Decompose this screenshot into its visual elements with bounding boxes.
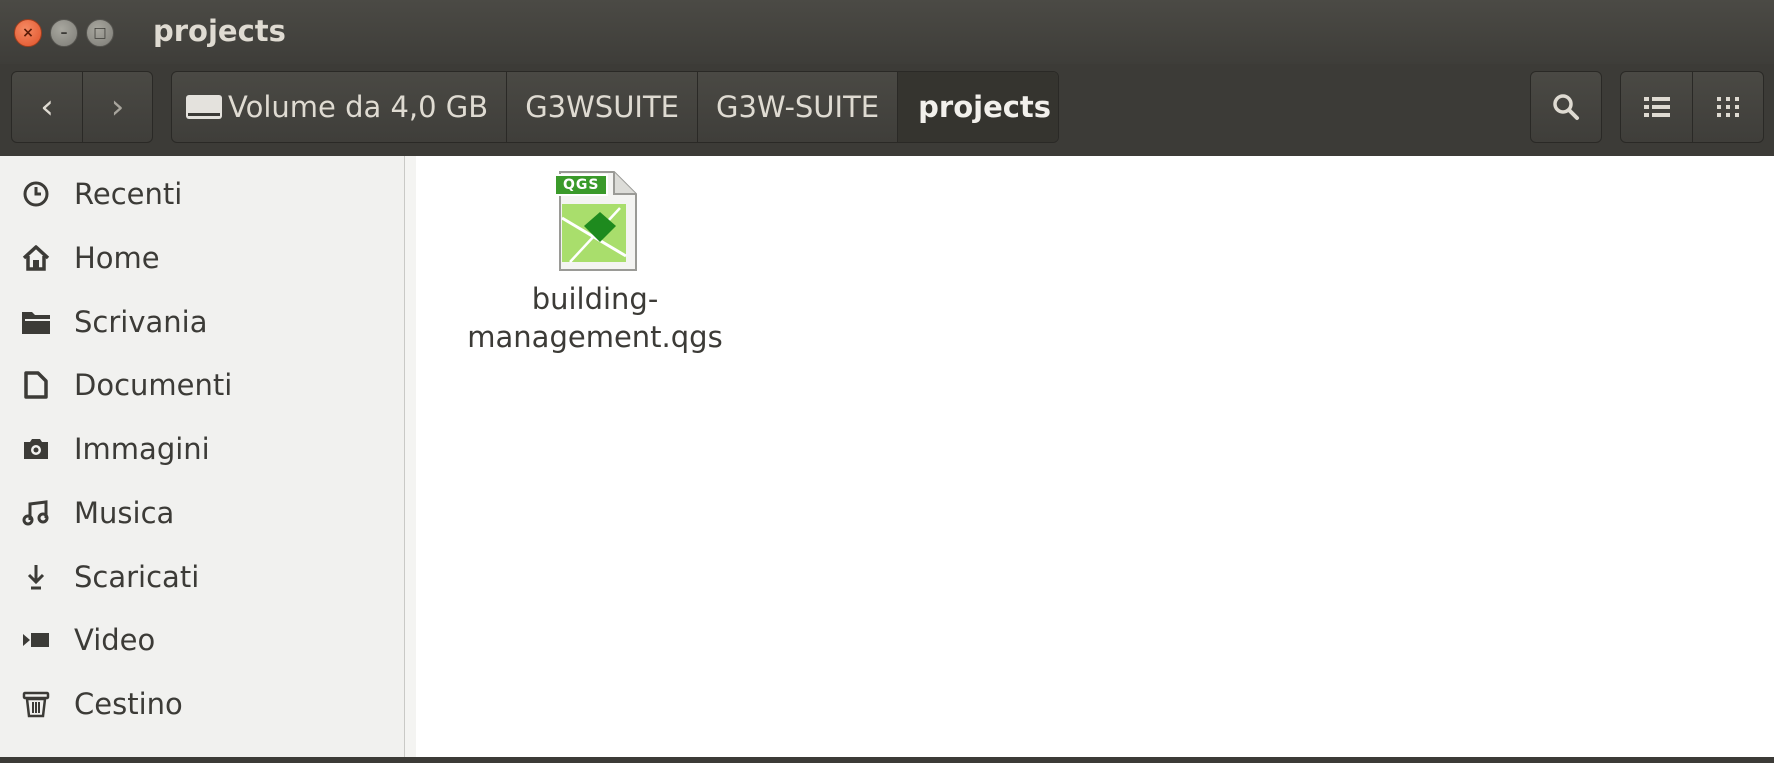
navigation-buttons: ‹ › xyxy=(11,71,153,143)
sidebar-item-label: Documenti xyxy=(74,368,233,402)
chevron-right-icon: › xyxy=(110,87,125,127)
list-view-icon xyxy=(1643,97,1670,117)
breadcrumb-label: G3WSUITE xyxy=(525,90,680,124)
maximize-window-button[interactable]: □ xyxy=(86,19,114,47)
sidebar-item-video[interactable]: Video xyxy=(0,610,404,670)
sidebar-item-label: Recenti xyxy=(74,177,183,211)
breadcrumb-g3wsuite[interactable]: G3WSUITE xyxy=(506,72,697,142)
breadcrumb-label: projects xyxy=(918,90,1052,124)
breadcrumb-volume[interactable]: Volume da 4,0 GB xyxy=(172,72,506,142)
sidebar-item-label: Home xyxy=(74,241,160,275)
file-item[interactable]: QGS building- management.qgs xyxy=(450,168,740,356)
minimize-window-button[interactable]: – xyxy=(50,19,78,47)
sidebar-item-musica[interactable]: Musica xyxy=(0,483,404,543)
grid-view-icon xyxy=(1717,97,1739,117)
sidebar-item-scaricati[interactable]: Scaricati xyxy=(0,547,404,607)
breadcrumb-label: G3W-SUITE xyxy=(716,90,880,124)
chevron-left-icon: ‹ xyxy=(40,87,54,127)
folder-icon xyxy=(18,304,54,340)
grid-view-button[interactable] xyxy=(1692,72,1763,142)
toolbar: ‹ › Volume da 4,0 GB G3WSUITE G3W-SUITE … xyxy=(0,64,1774,156)
sidebar-item-label: Cestino xyxy=(74,687,183,721)
sidebar-divider xyxy=(405,156,416,757)
bottom-edge xyxy=(0,757,1774,763)
sidebar-item-scrivania[interactable]: Scrivania xyxy=(0,292,404,352)
camera-icon xyxy=(18,431,54,467)
view-switcher xyxy=(1620,71,1764,143)
home-icon xyxy=(18,240,54,276)
music-icon xyxy=(18,495,54,531)
sidebar-item-home[interactable]: Home xyxy=(0,228,404,288)
sidebar-item-documenti[interactable]: Documenti xyxy=(0,355,404,415)
list-view-button[interactable] xyxy=(1621,72,1692,142)
sidebar-item-immagini[interactable]: Immagini xyxy=(0,419,404,479)
breadcrumb-label: Volume da 4,0 GB xyxy=(228,90,489,124)
file-name-line: building- xyxy=(531,282,659,316)
sidebar: Recenti Home Scrivania Documenti Immagin… xyxy=(0,156,405,757)
forward-button[interactable]: › xyxy=(82,72,152,142)
close-window-button[interactable]: × xyxy=(14,19,42,47)
title-bar: × – □ projects xyxy=(0,0,1774,64)
breadcrumb: Volume da 4,0 GB G3WSUITE G3W-SUITE proj… xyxy=(171,71,1059,143)
download-icon xyxy=(18,559,54,595)
trash-icon xyxy=(18,686,54,722)
document-icon xyxy=(18,367,54,403)
search-button[interactable] xyxy=(1531,72,1601,142)
search-button-group xyxy=(1530,71,1602,143)
clock-icon xyxy=(18,176,54,212)
sidebar-item-label: Immagini xyxy=(74,432,210,466)
qgs-badge: QGS xyxy=(554,174,609,196)
qgs-file-icon: QGS xyxy=(550,168,640,274)
sidebar-item-cestino[interactable]: Cestino xyxy=(0,674,404,734)
back-button[interactable]: ‹ xyxy=(12,72,82,142)
sidebar-item-recenti[interactable]: Recenti xyxy=(0,164,404,224)
file-name-line: management.qgs xyxy=(467,320,723,354)
video-icon xyxy=(18,622,54,658)
drive-icon xyxy=(186,95,222,119)
sidebar-item-label: Video xyxy=(74,623,156,657)
search-icon xyxy=(1553,94,1579,120)
sidebar-item-label: Scaricati xyxy=(74,560,200,594)
window-title: projects xyxy=(153,14,286,48)
file-name: building- management.qgs xyxy=(450,280,740,356)
sidebar-item-label: Musica xyxy=(74,496,175,530)
sidebar-item-label: Scrivania xyxy=(74,305,208,339)
breadcrumb-g3w-suite[interactable]: G3W-SUITE xyxy=(697,72,897,142)
breadcrumb-projects[interactable]: projects xyxy=(897,72,1058,142)
